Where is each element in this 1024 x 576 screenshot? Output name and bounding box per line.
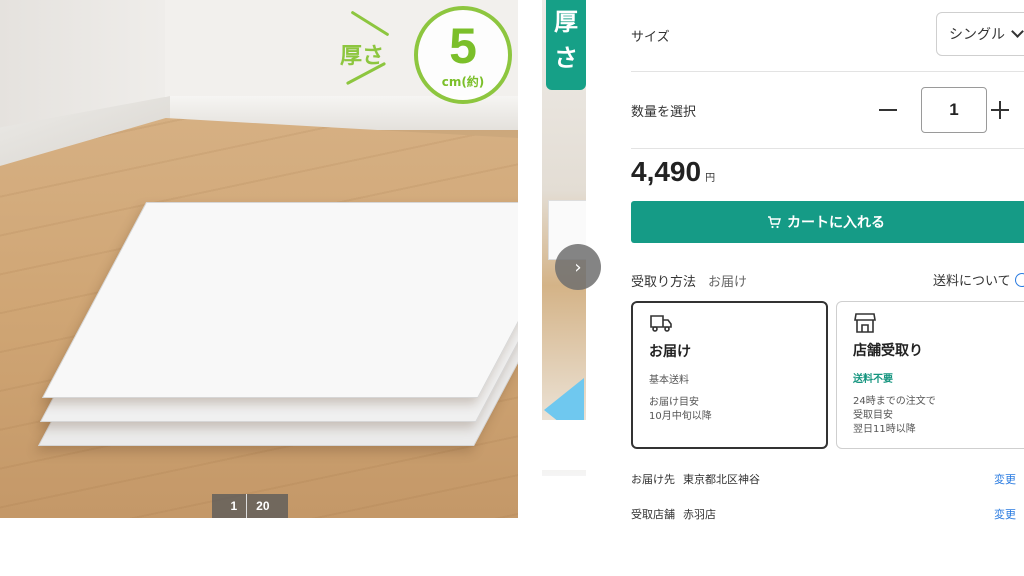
image-counter-divider xyxy=(246,494,248,518)
next-image-button[interactable]: › xyxy=(555,244,601,290)
thickness-circle: 5 cm(約) xyxy=(414,6,512,104)
size-label: サイズ xyxy=(631,30,670,45)
store-option-line: 翌日11時以降 xyxy=(853,424,916,435)
image-counter-total: 20 xyxy=(256,499,270,513)
thickness-unit: cm(約) xyxy=(441,74,485,89)
pickup-store-value: 赤羽店 xyxy=(683,508,716,520)
store-option-line: 受取目安 xyxy=(853,410,893,421)
badge-tick-top xyxy=(350,10,390,37)
size-row: サイズ シングル xyxy=(631,0,1024,72)
image-counter-current: 1 xyxy=(230,499,238,513)
folded-mattress-illustration xyxy=(38,188,518,458)
pickup-store-label: 受取店舗 xyxy=(631,508,675,520)
change-store-link[interactable]: 変更 xyxy=(994,506,1016,520)
receive-method-label: 受取り方法 xyxy=(631,274,697,290)
thumb-thickness-tag: 厚さ xyxy=(546,0,586,90)
shipping-info-link[interactable]: 送料について xyxy=(933,270,1024,289)
info-icon xyxy=(1014,272,1024,287)
receive-method-value: お届け xyxy=(708,274,748,290)
delivery-address-value: 東京都北区神谷 xyxy=(683,473,760,486)
thickness-label: 厚さ xyxy=(340,44,385,69)
delivery-option-fee: 基本送料 xyxy=(649,375,689,386)
quantity-row: 数量を選択 1 xyxy=(631,73,1024,149)
delivery-option-line: お届け目安 xyxy=(649,397,699,408)
image-counter: 1 20 xyxy=(212,494,288,518)
store-pickup-option-card[interactable]: 店舗受取り 送料不要 24時までの注文で 受取目安 翌日11時以降 xyxy=(836,301,1024,449)
price-amount: 4,490 xyxy=(631,156,702,187)
pickup-store-row: 受取店舗 赤羽店 変更 xyxy=(631,505,1024,520)
quantity-label: 数量を選択 xyxy=(631,105,697,120)
next-image-preview[interactable]: 厚さ xyxy=(542,0,586,476)
quantity-increase-button[interactable] xyxy=(989,99,1011,121)
quantity-input[interactable]: 1 xyxy=(921,87,987,133)
delivery-option-title: お届け xyxy=(649,344,691,360)
store-option-title: 店舗受取り xyxy=(853,343,923,359)
add-to-cart-button[interactable]: カートに入れる xyxy=(631,201,1024,243)
truck-icon xyxy=(649,313,673,335)
delivery-option-card[interactable]: お届け 基本送料 お届け目安 10月中旬以降 xyxy=(631,301,828,449)
thumb-bottom xyxy=(542,420,586,470)
thickness-value: 5 xyxy=(449,17,477,74)
store-icon xyxy=(853,312,877,334)
chevron-right-icon: › xyxy=(574,256,582,278)
size-select[interactable]: シングル xyxy=(936,12,1024,56)
delivery-address-row: お届け先 東京都北区神谷 変更 xyxy=(631,470,1024,488)
price-unit: 円 xyxy=(705,173,716,184)
chevron-down-icon xyxy=(1011,25,1024,38)
price: 4,490 円 xyxy=(631,156,715,188)
quantity-decrease-button[interactable] xyxy=(877,99,899,121)
main-product-image[interactable]: 厚さ 5 cm(約) 1 20 xyxy=(0,0,518,518)
size-selected-value: シングル xyxy=(949,27,1005,43)
delivery-address-label: お届け先 xyxy=(631,473,675,486)
thickness-badge: 厚さ 5 cm(約) xyxy=(338,4,518,104)
change-address-link[interactable]: 変更 xyxy=(994,471,1016,487)
mattress-layer-top xyxy=(42,202,518,398)
purchase-panel: サイズ シングル 数量を選択 1 4,490 円 カートに入れる 受取り方法 お… xyxy=(631,0,1024,520)
store-option-fee: 送料不要 xyxy=(853,374,893,385)
delivery-option-line: 10月中旬以降 xyxy=(649,411,712,422)
cart-icon xyxy=(767,216,781,229)
add-to-cart-label: カートに入れる xyxy=(787,215,885,231)
product-page: 厚さ 5 cm(約) 1 20 厚さ › サイズ シングル 数量を選択 1 4,… xyxy=(0,0,1024,576)
shipping-info-label: 送料について xyxy=(933,274,1011,289)
store-option-line: 24時までの注文で xyxy=(853,396,936,407)
